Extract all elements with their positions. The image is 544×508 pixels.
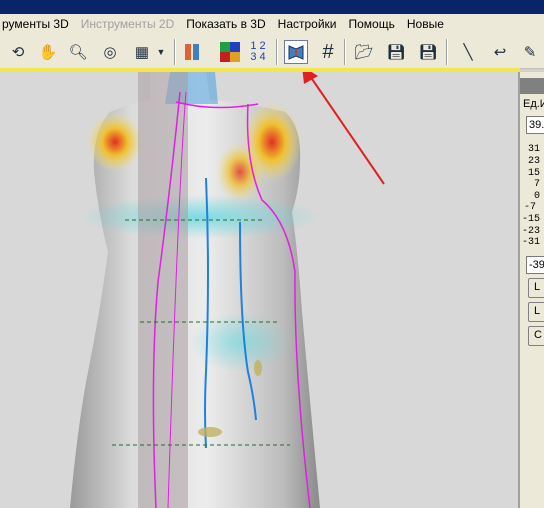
menu-new[interactable]: Новые: [401, 14, 450, 34]
side-panel: Ед.И 39. 31 23 15 7 0 -7 -15 -23 -31 -39…: [518, 72, 544, 508]
shoulder-deviation-left: [87, 112, 143, 172]
open-tp-file-icon[interactable]: 📂︎: [352, 40, 376, 64]
scale-value: 0: [534, 191, 541, 202]
line-tool-icon[interactable]: ╲: [456, 40, 480, 64]
panel-header: [520, 78, 544, 94]
save-tp-file-icon[interactable]: 💾︎: [384, 40, 408, 64]
scale-value: -31: [522, 237, 541, 248]
toolbar-separator: [446, 39, 448, 65]
mannequin-render: [70, 72, 385, 508]
front-back-view-icon[interactable]: [180, 40, 204, 64]
menu-show-in-3d[interactable]: Показать в 3D: [180, 14, 271, 34]
scale-value: 15: [528, 168, 541, 179]
panel-button-2[interactable]: L: [528, 302, 544, 322]
dropdown-arrow-icon[interactable]: ▼: [154, 40, 168, 64]
toolbar-separator: [344, 39, 346, 65]
toolbar-separator: [276, 39, 278, 65]
save-as-tp-file-icon[interactable]: 💾︎: [416, 40, 440, 64]
pencil-icon[interactable]: ✎: [518, 40, 542, 64]
numbered-views-icon[interactable]: 1 2 3 4: [246, 40, 270, 64]
display-mode-icon[interactable]: ▦: [130, 40, 154, 64]
panel-button-1[interactable]: L: [528, 278, 544, 298]
orbit-view-icon[interactable]: ◎: [98, 40, 122, 64]
color-grid-icon-graphic: [220, 42, 240, 62]
hand-pan-icon[interactable]: ✋: [36, 40, 60, 64]
toolbar: ⟲ ✋ 🔍︎ ◎ ▦ ▼ 1 2 3 4 # 📂︎ 💾︎ 💾︎ ╲ ↩ ✎: [0, 34, 544, 69]
menu-help[interactable]: Помощь: [343, 14, 401, 34]
menu-bar: рументы 3D Инструменты 2D Показать в 3D …: [0, 14, 544, 34]
scale-value: -15: [522, 214, 541, 225]
grid-icon[interactable]: #: [316, 40, 340, 64]
chest-deviation-zone: [216, 142, 264, 202]
zoom-magnifier-icon[interactable]: 🔍︎: [66, 40, 90, 64]
3d-viewport[interactable]: [0, 72, 518, 508]
red-arrow-line: [309, 75, 385, 185]
color-grid-icon[interactable]: [218, 40, 242, 64]
min-value-field[interactable]: -39: [526, 256, 544, 274]
deviation-map-icon[interactable]: [284, 40, 308, 64]
scale-value: -23: [522, 226, 541, 237]
scale-value: 31: [528, 144, 541, 155]
toolbar-separator: [174, 39, 176, 65]
front-back-view-icon-graphic: [185, 44, 199, 60]
unit-label: Ед.И: [523, 98, 544, 110]
menu-settings[interactable]: Настройки: [272, 14, 343, 34]
center-front-band: [138, 72, 188, 508]
curve-tool-icon[interactable]: ↩: [488, 40, 512, 64]
scale-value: -7: [524, 202, 537, 213]
deviation-patch: [254, 360, 262, 376]
panel-button-3[interactable]: C: [528, 326, 544, 346]
title-bar: [0, 0, 544, 14]
red-arrow-head: [302, 72, 318, 84]
hip-cyan-zone: [190, 312, 290, 372]
deviation-patch: [198, 427, 222, 437]
scale-value: 7: [534, 179, 541, 190]
deviation-map-icon-graphic: [288, 45, 304, 60]
max-value-field[interactable]: 39.: [526, 116, 544, 134]
rotate-3d-icon[interactable]: ⟲: [6, 40, 30, 64]
scale-value: 23: [528, 156, 541, 167]
menu-tools-2d[interactable]: Инструменты 2D: [75, 14, 181, 34]
menu-tools-3d[interactable]: рументы 3D: [0, 14, 75, 34]
